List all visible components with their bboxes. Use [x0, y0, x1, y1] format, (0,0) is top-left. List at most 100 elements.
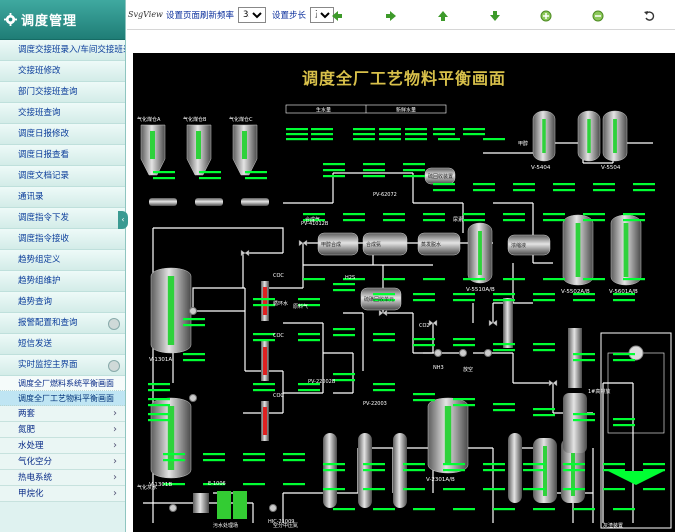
- sidebar-category[interactable]: 气化空分: [0, 454, 125, 470]
- sidebar-item[interactable]: 交接班查询: [0, 103, 125, 124]
- process-reading: [413, 344, 435, 347]
- process-reading: [253, 304, 275, 307]
- sidebar-item[interactable]: 通讯录: [0, 187, 125, 208]
- sidebar-category[interactable]: 两套: [0, 406, 125, 422]
- process-reading: [405, 133, 427, 136]
- coal-feeder: [149, 198, 177, 206]
- tag-label: 甲醇: [518, 140, 528, 147]
- sidebar-item[interactable]: 调度指令下发: [0, 208, 125, 229]
- zoom-in-icon: [540, 10, 552, 22]
- process-reading: [413, 508, 435, 511]
- table-header: 新鲜水量: [396, 107, 416, 114]
- pan-right-button[interactable]: [385, 10, 397, 22]
- tag-label: 1#高排放: [588, 388, 610, 395]
- sidebar-item[interactable]: 实时监控主界面: [0, 355, 125, 376]
- process-reading: [613, 424, 635, 427]
- process-reading: [403, 175, 425, 178]
- process-pipe: [192, 287, 245, 311]
- process-reading: [148, 398, 170, 401]
- tag-label: 合成气: [305, 216, 320, 223]
- tag-label: 尿素: [453, 216, 463, 223]
- process-reading: [438, 138, 460, 141]
- process-reading: [633, 183, 655, 186]
- process-reading: [613, 299, 635, 302]
- process-reading: [573, 413, 595, 416]
- process-reading: [623, 278, 645, 281]
- process-reading: [245, 171, 267, 174]
- process-reading: [363, 488, 385, 491]
- process-reading: [533, 408, 555, 411]
- process-reading: [203, 459, 225, 462]
- sidebar-subitem[interactable]: 调度全厂燃料系统平衡画面: [0, 376, 125, 391]
- sidebar-category[interactable]: 氮肥: [0, 422, 125, 438]
- process-reading: [533, 414, 555, 417]
- sidebar-submenu: 调度全厂燃料系统平衡画面 调度全厂工艺物料平衡画面: [0, 376, 125, 406]
- reset-view-button[interactable]: [643, 10, 655, 22]
- process-reading: [286, 128, 308, 131]
- process-reading: [463, 133, 485, 136]
- arrow-right-icon: [386, 11, 396, 21]
- process-diagram[interactable]: 调度全厂工艺物料平衡画面 生水量 新鲜水量 气化煤仓A 气化煤仓B 气化煤仓C V-130…: [133, 53, 675, 532]
- process-reading: [563, 488, 585, 491]
- process-reading: [303, 213, 325, 216]
- process-reading: [543, 213, 565, 216]
- sidebar-category[interactable]: 热电系统: [0, 470, 125, 486]
- sidebar-item[interactable]: 短信发送: [0, 334, 125, 355]
- process-reading: [483, 463, 505, 466]
- zoom-out-button[interactable]: [592, 10, 604, 22]
- process-reading: [253, 333, 275, 336]
- tag-label: H2S: [345, 275, 355, 281]
- sidebar-item[interactable]: 报警配置和查询: [0, 313, 125, 334]
- sidebar-category[interactable]: 甲烷化: [0, 486, 125, 502]
- process-reading: [373, 508, 395, 511]
- sidebar-item[interactable]: 趋势组定义: [0, 250, 125, 271]
- process-reading: [373, 293, 395, 296]
- process-reading: [493, 293, 515, 296]
- sidebar-menu: 调度交接班录入/车间交接班录入交接班修改部门交接班查询交接班查询调度日报修改调度…: [0, 40, 125, 376]
- hopper-label: 气化煤仓B: [183, 116, 207, 123]
- pan-up-button[interactable]: [437, 10, 449, 22]
- process-reading: [298, 298, 320, 301]
- tag-label: 灰渣装置: [603, 522, 623, 529]
- process-reading: [311, 128, 333, 131]
- zoom-in-button[interactable]: [540, 10, 552, 22]
- process-reading: [183, 318, 205, 321]
- drum-label: 硫回收装置: [428, 173, 453, 180]
- sidebar-item[interactable]: 调度指令接收: [0, 229, 125, 250]
- pan-down-button[interactable]: [489, 10, 501, 22]
- process-reading: [613, 353, 635, 356]
- process-reading: [311, 133, 333, 136]
- process-reading: [363, 469, 385, 472]
- sidebar-item[interactable]: 交接班修改: [0, 61, 125, 82]
- sidebar-header[interactable]: 调度管理: [0, 0, 125, 40]
- process-reading: [199, 171, 221, 174]
- process-reading: [333, 379, 355, 382]
- sidebar-category[interactable]: 水处理: [0, 438, 125, 454]
- tag-label: 循环水: [273, 300, 288, 307]
- hopper-level-indicator: [150, 131, 155, 159]
- process-reading: [443, 488, 465, 491]
- undo-icon: [644, 11, 655, 21]
- process-reading: [443, 463, 465, 466]
- sidebar-item[interactable]: 调度交接班录入/车间交接班录入: [0, 40, 125, 61]
- sidebar-item[interactable]: 调度日报查看: [0, 145, 125, 166]
- sidebar-collapse-handle[interactable]: ‹: [118, 211, 128, 229]
- tag-label: 空分中压氮: [273, 522, 298, 529]
- process-reading: [603, 488, 625, 491]
- sidebar-subitem[interactable]: 调度全厂工艺物料平衡画面: [0, 391, 125, 406]
- coal-feeder: [195, 198, 223, 206]
- sidebar-item[interactable]: 趋势查询: [0, 292, 125, 313]
- sidebar-item[interactable]: 趋势组维护: [0, 271, 125, 292]
- process-reading: [583, 213, 605, 216]
- process-reading: [423, 219, 445, 222]
- boiler-inner: [607, 352, 665, 434]
- sidebar-item[interactable]: 调度文档记录: [0, 166, 125, 187]
- refresh-rate-select[interactable]: 3s: [238, 6, 267, 23]
- sidebar-item[interactable]: 部门交接班查询: [0, 82, 125, 103]
- process-reading: [413, 399, 435, 402]
- sidebar-item[interactable]: 调度日报修改: [0, 124, 125, 145]
- process-reading: [403, 163, 425, 166]
- pan-left-button[interactable]: [331, 10, 343, 22]
- process-reading: [433, 133, 455, 136]
- process-reading: [298, 339, 320, 342]
